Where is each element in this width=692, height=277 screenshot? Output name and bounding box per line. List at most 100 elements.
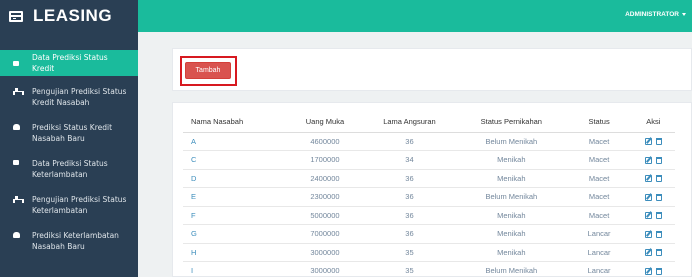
- square-icon: [12, 60, 20, 66]
- edit-icon[interactable]: [644, 230, 652, 238]
- col-header-lama-angsuran: Lama Angsuran: [362, 111, 457, 133]
- cell-aksi: [631, 150, 675, 170]
- cell-status-pernikahan: Menikah: [456, 224, 567, 244]
- cell-status-pernikahan: Menikah: [456, 206, 567, 225]
- cell-lama-angsuran: 36: [362, 206, 457, 225]
- cell-status-pernikahan: Menikah: [456, 243, 567, 262]
- cell-nama-nasabah[interactable]: A: [183, 132, 288, 151]
- sidebar-item-data-prediksi-keterlambatan[interactable]: Data Prediksi Status Keterlambatan: [0, 158, 138, 180]
- car-icon: [12, 232, 20, 238]
- sidebar-item-data-prediksi-status-kredit[interactable]: Data Prediksi Status Kredit: [0, 50, 138, 76]
- sidebar-item-label: Prediksi Status Kredit Nasabah Baru: [32, 123, 113, 143]
- trash-icon[interactable]: [655, 175, 662, 183]
- credit-card-icon: [9, 10, 23, 22]
- edit-icon[interactable]: [644, 267, 652, 275]
- trash-icon[interactable]: [655, 230, 662, 238]
- cell-uang-muka: 5000000: [287, 206, 363, 225]
- edit-icon[interactable]: [644, 156, 652, 164]
- sitemap-icon: [12, 88, 24, 95]
- cell-lama-angsuran: 36: [362, 132, 457, 151]
- cell-status-pernikahan: Menikah: [456, 169, 567, 188]
- edit-icon[interactable]: [644, 212, 652, 220]
- cell-aksi: [631, 169, 675, 188]
- cell-status: Lancar: [566, 243, 632, 262]
- cell-uang-muka: 3000000: [287, 261, 363, 276]
- cell-aksi: [631, 243, 675, 262]
- sidebar-item-label: Pengujian Prediksi Status Kredit Nasabah: [32, 87, 127, 107]
- top-navbar: ADMINISTRATOR: [138, 0, 692, 32]
- table-row: H 3000000 35 Menikah Lancar: [183, 243, 675, 262]
- cell-status: Lancar: [566, 261, 632, 276]
- cell-aksi: [631, 224, 675, 244]
- cell-nama-nasabah[interactable]: G: [183, 224, 288, 244]
- sidebar-menu: Data Prediksi Status Kredit Pengujian Pr…: [0, 50, 138, 252]
- sidebar-item-label: Prediksi Keterlambatan Nasabah Baru: [32, 231, 119, 251]
- cell-status-pernikahan: Belum Menikah: [456, 261, 567, 276]
- cell-nama-nasabah[interactable]: H: [183, 243, 288, 262]
- trash-icon[interactable]: [655, 267, 662, 275]
- cell-status: Macet: [566, 132, 632, 151]
- trash-icon[interactable]: [655, 249, 662, 257]
- sidebar-item-label: Data Prediksi Status Kredit: [32, 53, 108, 73]
- trash-icon[interactable]: [655, 138, 662, 146]
- col-header-nama-nasabah: Nama Nasabah: [183, 111, 288, 133]
- edit-icon[interactable]: [644, 138, 652, 146]
- cell-lama-angsuran: 35: [362, 261, 457, 276]
- sidebar: LEASING Data Prediksi Status Kredit Peng…: [0, 0, 138, 277]
- cell-lama-angsuran: 35: [362, 243, 457, 262]
- table-row: G 7000000 36 Menikah Lancar: [183, 224, 675, 244]
- user-menu[interactable]: ADMINISTRATOR: [625, 11, 686, 18]
- cell-status: Macet: [566, 169, 632, 188]
- cell-status-pernikahan: Menikah: [456, 150, 567, 170]
- table-row: E 2300000 36 Belum Menikah Macet: [183, 187, 675, 207]
- col-header-aksi: Aksi: [631, 111, 675, 133]
- caret-down-icon: [682, 12, 686, 16]
- trash-icon[interactable]: [655, 193, 662, 201]
- cell-status: Macet: [566, 187, 632, 207]
- sidebar-item-prediksi-status-kredit-baru[interactable]: Prediksi Status Kredit Nasabah Baru: [0, 122, 138, 144]
- sidebar-item-label: Pengujian Prediksi Status Keterlambatan: [32, 195, 127, 215]
- trash-icon[interactable]: [655, 156, 662, 164]
- cell-uang-muka: 1700000: [287, 150, 363, 170]
- cell-aksi: [631, 206, 675, 225]
- cell-nama-nasabah[interactable]: F: [183, 206, 288, 225]
- trash-icon[interactable]: [655, 212, 662, 220]
- table-row: D 2400000 36 Menikah Macet: [183, 169, 675, 188]
- add-button[interactable]: Tambah: [185, 62, 231, 79]
- square-icon: [12, 160, 20, 165]
- cell-status-pernikahan: Belum Menikah: [456, 132, 567, 151]
- cell-nama-nasabah[interactable]: D: [183, 169, 288, 188]
- cell-status: Macet: [566, 206, 632, 225]
- cell-uang-muka: 3000000: [287, 243, 363, 262]
- sidebar-item-pengujian-prediksi-status-kredit[interactable]: Pengujian Prediksi Status Kredit Nasabah: [0, 86, 138, 108]
- cell-aksi: [631, 132, 675, 151]
- cell-nama-nasabah[interactable]: C: [183, 150, 288, 170]
- col-header-status-pernikahan: Status Pernikahan: [456, 111, 567, 133]
- cell-uang-muka: 2300000: [287, 187, 363, 207]
- customer-table: Nama Nasabah Uang Muka Lama Angsuran Sta…: [183, 111, 675, 276]
- edit-icon[interactable]: [644, 193, 652, 201]
- cell-nama-nasabah[interactable]: E: [183, 187, 288, 207]
- sidebar-item-pengujian-prediksi-keterlambatan[interactable]: Pengujian Prediksi Status Keterlambatan: [0, 194, 138, 216]
- cell-nama-nasabah[interactable]: I: [183, 261, 288, 276]
- brand[interactable]: LEASING: [0, 0, 138, 32]
- cell-status: Macet: [566, 150, 632, 170]
- sidebar-item-prediksi-keterlambatan-baru[interactable]: Prediksi Keterlambatan Nasabah Baru: [0, 230, 138, 252]
- edit-icon[interactable]: [644, 249, 652, 257]
- app-title: LEASING: [33, 6, 113, 25]
- cell-uang-muka: 7000000: [287, 224, 363, 244]
- table-row: F 5000000 36 Menikah Macet: [183, 206, 675, 225]
- sitemap-icon: [12, 196, 24, 203]
- user-name: ADMINISTRATOR: [625, 11, 679, 18]
- table-row: C 1700000 34 Menikah Macet: [183, 150, 675, 170]
- cell-status: Lancar: [566, 224, 632, 244]
- edit-icon[interactable]: [644, 175, 652, 183]
- cell-uang-muka: 2400000: [287, 169, 363, 188]
- table-header-row: Nama Nasabah Uang Muka Lama Angsuran Sta…: [183, 111, 675, 133]
- cell-aksi: [631, 261, 675, 276]
- cell-lama-angsuran: 36: [362, 224, 457, 244]
- cell-lama-angsuran: 34: [362, 150, 457, 170]
- table-row: I 3000000 35 Belum Menikah Lancar: [183, 261, 675, 276]
- col-header-status: Status: [566, 111, 632, 133]
- cell-uang-muka: 4600000: [287, 132, 363, 151]
